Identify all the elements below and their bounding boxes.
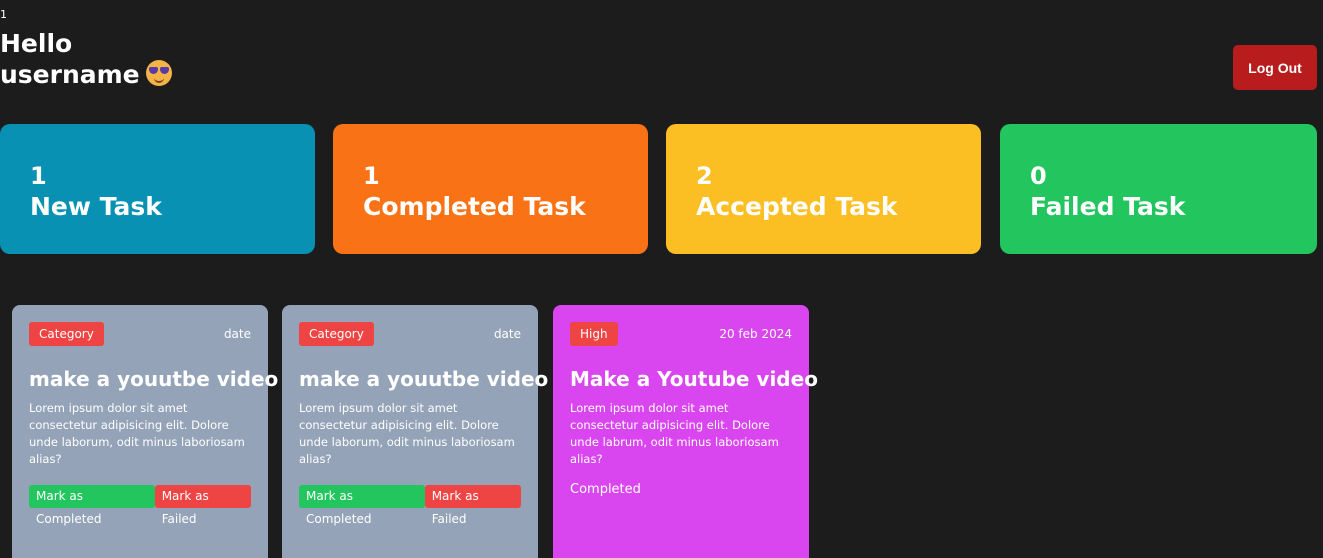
mark-failed-button[interactable]: Mark as Failed [424,485,521,526]
priority-badge: High [570,322,618,346]
employee-dashboard: 1 Hello username Log Out 1 New Task 1 Co… [0,0,1323,558]
task-card-header: High 20 feb 2024 [570,322,792,346]
task-description: Lorem ipsum dolor sit amet consectetur a… [570,401,779,466]
stat-count: 1 [363,162,380,190]
task-description: Lorem ipsum dolor sit amet consectetur a… [299,401,515,466]
task-actions: Mark as Completed Mark as Failed [299,485,521,526]
task-description: Lorem ipsum dolor sit amet consectetur a… [29,401,245,466]
task-card: Category date make a youutbe video Lorem… [12,305,279,558]
stat-label: Completed Task [363,192,586,221]
task-title: make a youutbe video [299,367,549,391]
stat-count: 1 [30,162,47,190]
task-card: Category date make a youutbe video Lorem… [282,305,549,558]
category-badge: Category [299,322,374,346]
stat-count: 0 [1030,162,1047,190]
task-card-header: Category date [299,322,521,346]
task-date: date [223,327,251,341]
greeting-username-line: username [0,59,172,90]
stat-card-failed: 0 Failed Task [1000,124,1317,254]
sunglasses-emoji-icon [145,60,172,86]
stat-label: New Task [30,192,162,221]
task-status: Completed [570,482,641,497]
greeting-hello: Hello [0,29,73,58]
stat-card-new: 1 New Task [0,124,315,254]
stat-card-completed: 1 Completed Task [333,124,648,254]
task-card: High 20 feb 2024 Make a Youtube video Lo… [553,305,818,558]
mark-failed-button[interactable]: Mark as Failed [154,485,251,526]
mark-completed-button[interactable]: Mark as Completed [299,485,425,526]
stat-card-accepted: 2 Accepted Task [666,124,981,254]
stat-label: Failed Task [1030,192,1186,221]
stat-label: Accepted Task [696,192,898,221]
task-date: 20 feb 2024 [719,327,792,341]
mark-completed-button[interactable]: Mark as Completed [29,485,155,526]
category-badge: Category [29,322,104,346]
task-date: date [493,327,521,341]
username: username [0,60,140,89]
task-title: Make a Youtube video [570,367,818,391]
counter-text: 1 [0,8,7,21]
stat-count: 2 [696,162,713,190]
task-title: make a youutbe video [29,367,279,391]
logout-button[interactable]: Log Out [1233,45,1317,90]
greeting: Hello username [0,28,172,90]
task-card-header: Category date [29,322,251,346]
task-actions: Mark as Completed Mark as Failed [29,485,251,526]
